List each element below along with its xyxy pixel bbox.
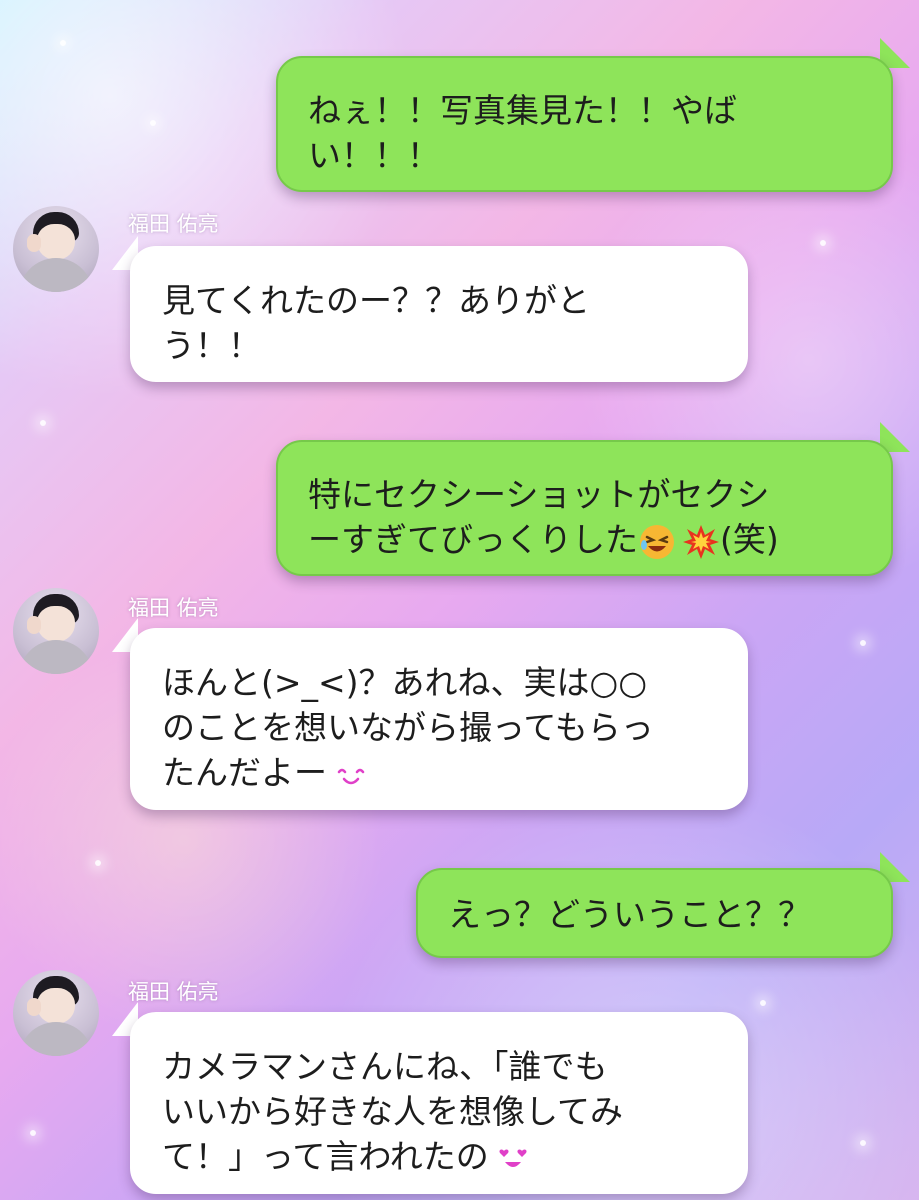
avatar[interactable] xyxy=(13,970,99,1056)
message-text: いいから好きな人を想像してみ xyxy=(162,1092,624,1131)
sender-name: 福田 佑亮 xyxy=(128,980,219,1004)
message-bubble-received[interactable]: カメラマンさんにね、「誰でも いいから好きな人を想像してみ て！」って言われたの xyxy=(130,1012,748,1194)
message-text: カメラマンさんにね、「誰でも xyxy=(162,1047,608,1086)
message-text: て！」って言われたの xyxy=(162,1137,489,1176)
heart-eyes-face-emoji xyxy=(499,1149,527,1167)
message-row-received: 福田 佑亮 カメラマンさんにね、「誰でも いいから好きな人を想像してみ て！」っ… xyxy=(0,0,919,1200)
